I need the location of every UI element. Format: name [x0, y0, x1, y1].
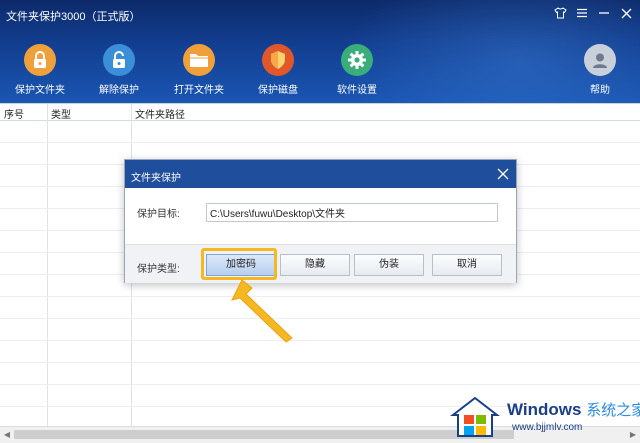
row-divider [0, 296, 640, 297]
toolbar-label: 软件设置 [337, 85, 377, 96]
hide-button[interactable]: 隐藏 [280, 254, 350, 276]
toolbar-protect-folder-button[interactable]: 保护文件夹 [5, 44, 75, 96]
menu-icon[interactable] [574, 5, 590, 21]
watermark-url: www.bjjmlv.com [512, 422, 583, 433]
row-divider [0, 340, 640, 341]
dialog-body: 保护目标: [125, 188, 516, 244]
toolbar-settings-button[interactable]: 软件设置 [322, 44, 392, 96]
scrollbar-thumb[interactable] [14, 430, 514, 439]
toolbar-label: 解除保护 [99, 85, 139, 96]
title-bar: 文件夹保护3000（正式版） 保护文件夹 解除保护 打开文件夹 保护磁盘 软件设… [0, 0, 640, 103]
gear-icon [341, 44, 373, 76]
target-path-field[interactable] [206, 203, 498, 222]
target-label: 保护目标: [137, 209, 180, 220]
column-header-path[interactable]: 文件夹路径 [135, 106, 185, 121]
list-header: 序号 类型 文件夹路径 [0, 104, 640, 121]
toolbar-open-folder-button[interactable]: 打开文件夹 [164, 44, 234, 96]
row-divider [0, 384, 640, 385]
app-title: 文件夹保护3000（正式版） [6, 11, 141, 23]
column-divider [47, 104, 48, 427]
watermark-brand: Windows 系统之家 [507, 399, 640, 420]
pointer-arrow-icon [231, 279, 293, 343]
toolbar-label: 打开文件夹 [174, 85, 224, 96]
watermark-suffix: 系统之家 [586, 402, 640, 419]
windows-logo-icon [450, 396, 500, 437]
toolbar-unprotect-button[interactable]: 解除保护 [84, 44, 154, 96]
folder-protect-dialog: 文件夹保护 保护目标: 保护类型: 加密码 隐藏 伪装 取消 [124, 159, 517, 283]
toolbar-help-button[interactable]: 帮助 [565, 44, 635, 96]
window-controls [552, 5, 634, 21]
dialog-title-bar: 文件夹保护 [125, 160, 516, 188]
minimize-icon[interactable] [596, 5, 612, 21]
dialog-footer: 保护类型: 加密码 隐藏 伪装 取消 [125, 244, 516, 283]
lock-icon [24, 44, 56, 76]
highlight-frame [201, 248, 277, 280]
type-label: 保护类型: [137, 264, 180, 275]
disguise-button[interactable]: 伪装 [354, 254, 424, 276]
shield-icon [262, 44, 294, 76]
column-header-index[interactable]: 序号 [4, 106, 24, 121]
toolbar-label: 保护磁盘 [258, 85, 298, 96]
row-divider [0, 142, 640, 143]
dialog-close-icon[interactable] [496, 167, 510, 181]
cancel-button[interactable]: 取消 [432, 254, 502, 276]
column-header-type[interactable]: 类型 [51, 106, 71, 121]
toolbar-label: 帮助 [590, 85, 610, 96]
watermark-brand-text: Windows [507, 400, 582, 419]
watermark: Windows 系统之家 www.bjjmlv.com [450, 393, 640, 442]
scroll-left-icon[interactable]: ◀ [1, 429, 13, 441]
row-divider [0, 318, 640, 319]
user-help-icon [584, 44, 616, 76]
close-icon[interactable] [618, 5, 634, 21]
toolbar-protect-disk-button[interactable]: 保护磁盘 [243, 44, 313, 96]
row-divider [0, 362, 640, 363]
unlock-icon [103, 44, 135, 76]
toolbar-label: 保护文件夹 [15, 85, 65, 96]
folder-icon [183, 44, 215, 76]
toolbar: 保护文件夹 解除保护 打开文件夹 保护磁盘 软件设置 帮助 [0, 44, 640, 100]
dialog-title: 文件夹保护 [131, 173, 181, 184]
skin-icon[interactable] [552, 5, 568, 21]
